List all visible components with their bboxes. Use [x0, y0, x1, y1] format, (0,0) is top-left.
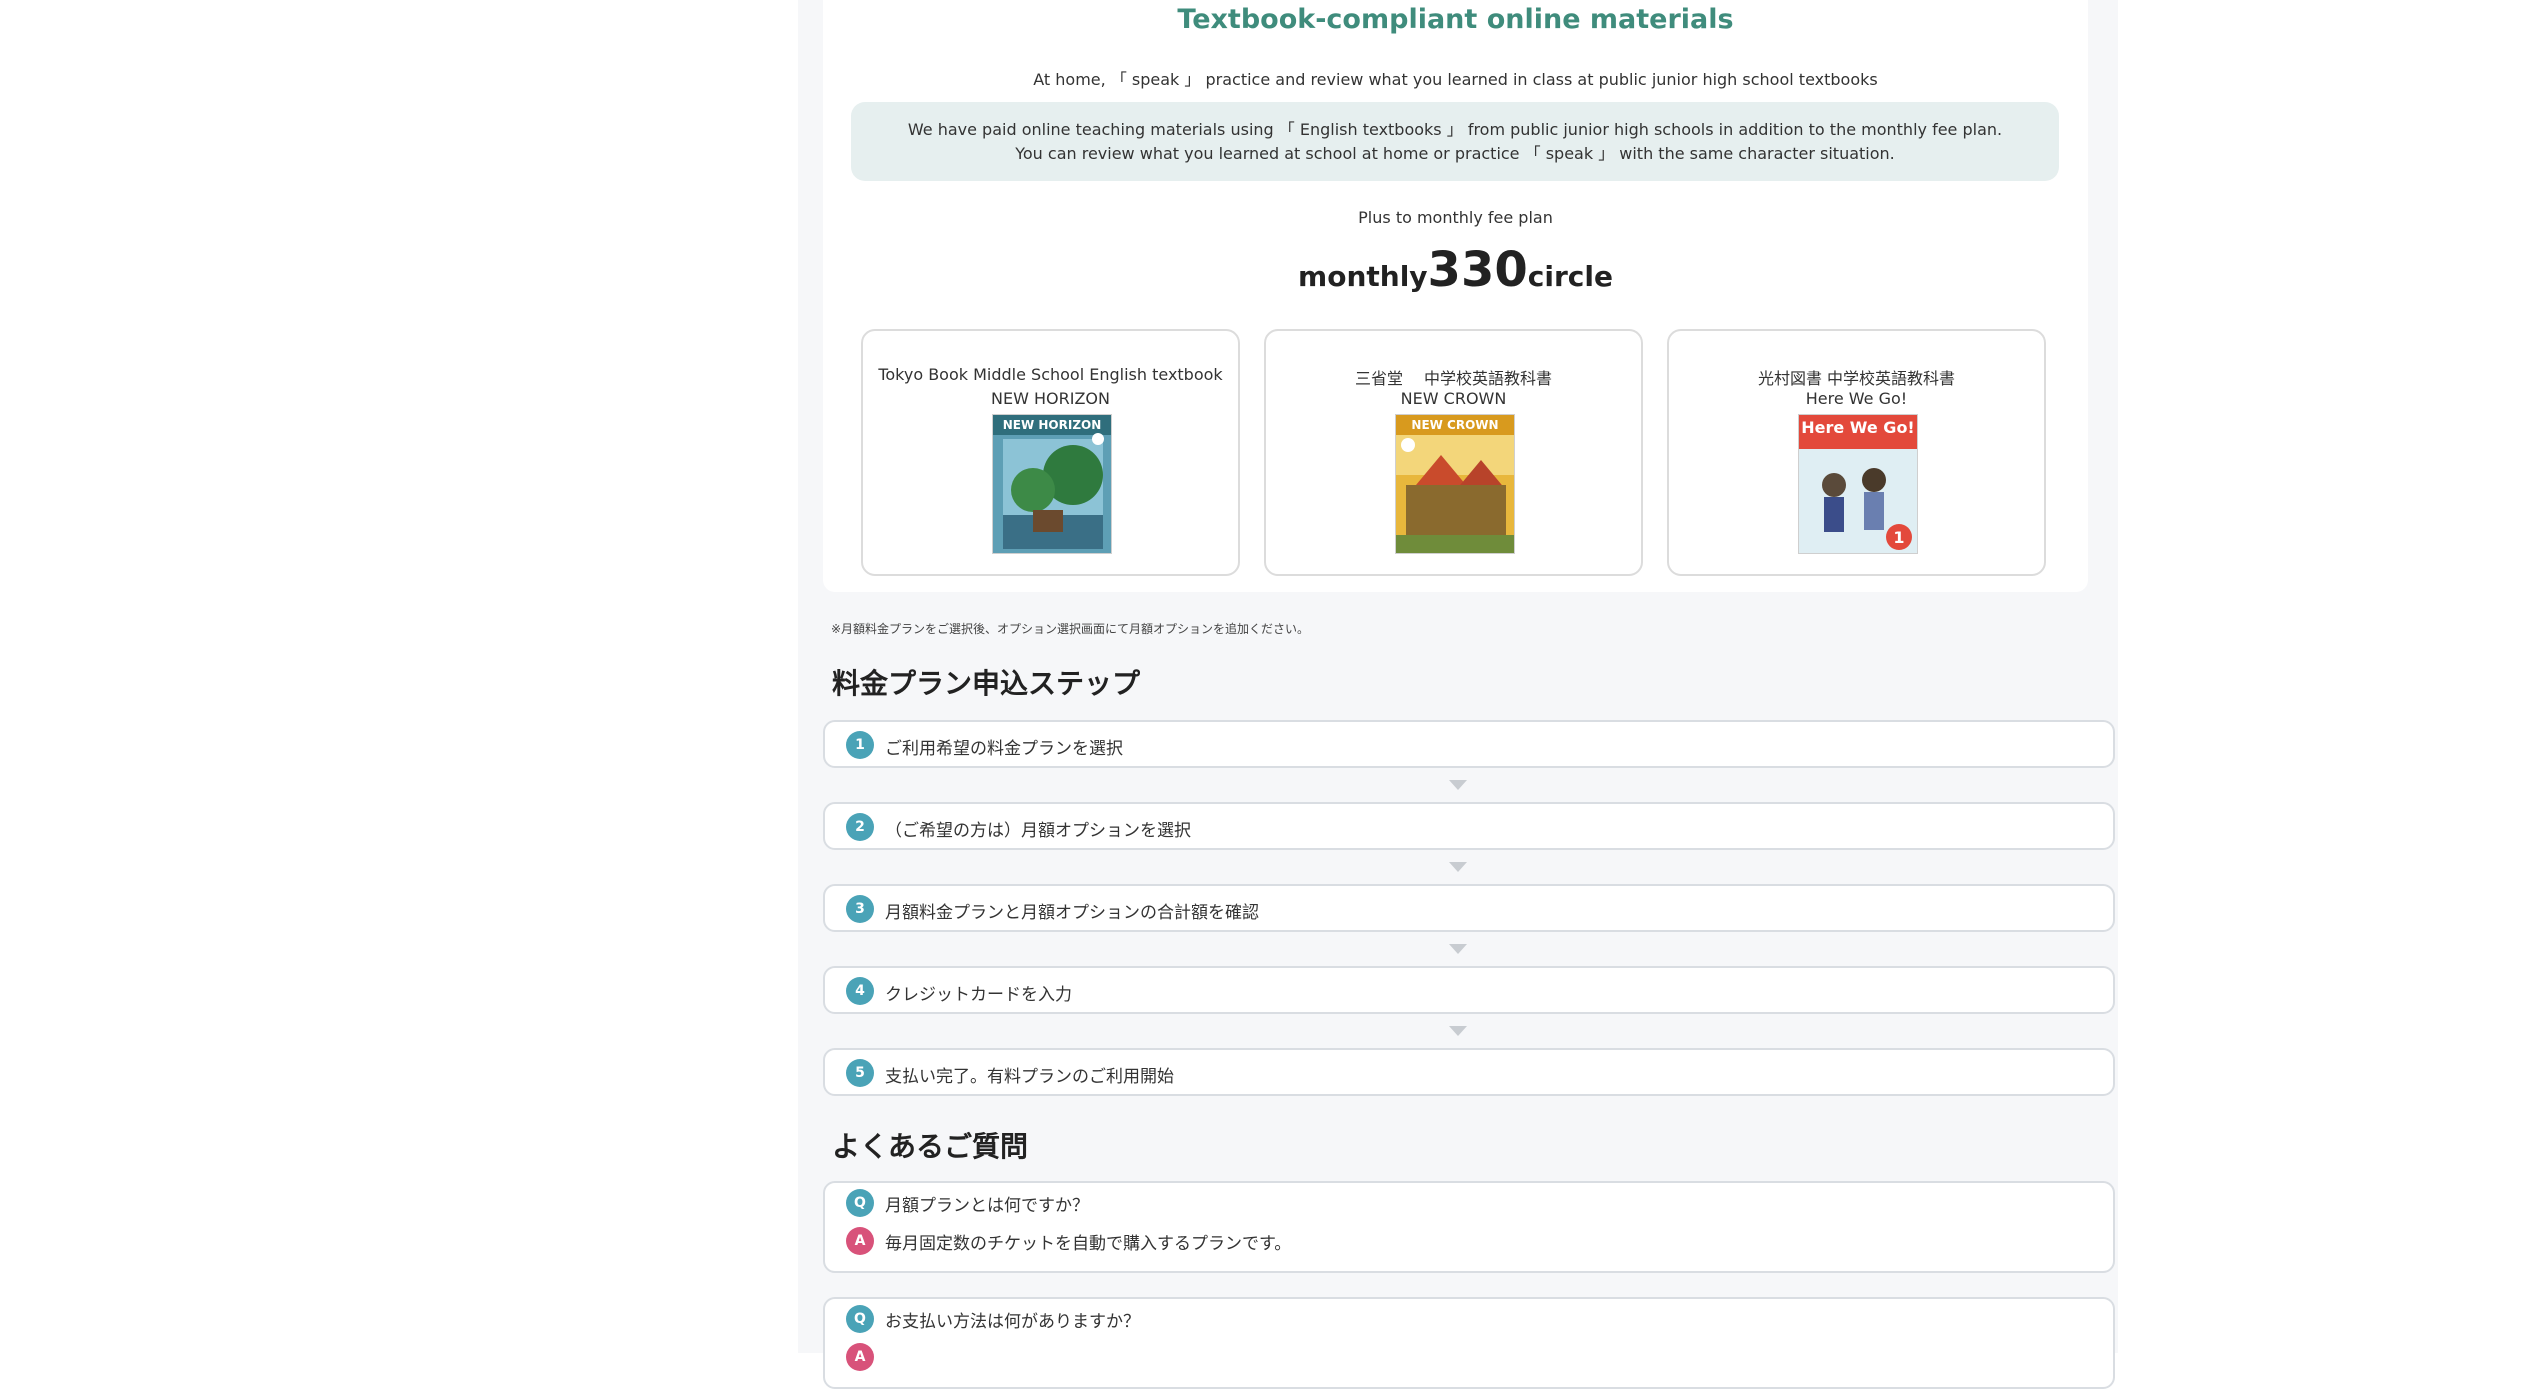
book-publisher: Tokyo Book Middle School English textboo… — [878, 365, 1223, 384]
price: monthly330circle — [823, 242, 2088, 298]
faq-heading: よくあるご質問 — [832, 1130, 1029, 1163]
price-prefix: monthly — [1298, 260, 1428, 293]
notice-line-1: We have paid online teaching materials u… — [907, 120, 2003, 139]
section-title: Textbook-compliant online materials — [1177, 4, 1734, 35]
step-3: 3 月額料金プランと月額オプションの合計額を確認 — [823, 884, 2115, 932]
textbook-card: Textbook-compliant online materials At h… — [823, 0, 2088, 592]
price-suffix: circle — [1527, 260, 1613, 293]
faq-answer-row: A — [825, 1339, 2113, 1375]
step-number-badge: 5 — [846, 1059, 874, 1087]
notice-box: We have paid online teaching materials u… — [851, 102, 2059, 181]
down-arrow-icon — [1449, 862, 1467, 872]
cover-art — [993, 415, 1111, 553]
faq-question-row: Q 月額プランとは何ですか？ — [825, 1185, 2113, 1221]
notice-line-2: You can review what you learned at schoo… — [1015, 144, 1895, 163]
step-label: 月額料金プランと月額オプションの合計額を確認 — [885, 903, 1259, 923]
faq-item-1[interactable]: Q 月額プランとは何ですか？ A 毎月固定数のチケットを自動で購入するプランです… — [823, 1181, 2115, 1273]
book-card-new-horizon[interactable]: Tokyo Book Middle School English textboo… — [861, 329, 1240, 576]
book-name: NEW CROWN — [1400, 389, 1507, 408]
option-note: ※月額料金プランをご選択後、オプション選択画面にて月額オプションを追加ください。 — [831, 622, 1310, 636]
plus-label: Plus to monthly fee plan — [1358, 208, 1553, 227]
faq-question-row: Q お支払い方法は何がありますか？ — [825, 1301, 2113, 1337]
book-card-new-crown[interactable]: 三省堂 中学校英語教科書 NEW CROWN NEW CROWN — [1264, 329, 1643, 576]
down-arrow-icon — [1449, 944, 1467, 954]
book-cover-here-we-go: 1 Here We Go! — [1798, 414, 1918, 554]
faq-item-2[interactable]: Q お支払い方法は何がありますか？ A — [823, 1297, 2115, 1389]
step-number-badge: 1 — [846, 731, 874, 759]
answer-mark-icon: A — [846, 1343, 874, 1371]
content-column: Textbook-compliant online materials At h… — [798, 0, 2118, 1389]
question-mark-icon: Q — [846, 1189, 874, 1217]
step-5: 5 支払い完了。有料プランのご利用開始 — [823, 1048, 2115, 1096]
step-2: 2 （ご希望の方は）月額オプションを選択 — [823, 802, 2115, 850]
svg-text:1: 1 — [1893, 528, 1904, 547]
step-4: 4 クレジットカードを入力 — [823, 966, 2115, 1014]
step-label: （ご希望の方は）月額オプションを選択 — [885, 821, 1191, 841]
step-1: 1 ご利用希望の料金プランを選択 — [823, 720, 2115, 768]
step-number-badge: 3 — [846, 895, 874, 923]
cover-art — [1396, 415, 1514, 553]
step-label: ご利用希望の料金プランを選択 — [885, 739, 1123, 759]
step-label: 支払い完了。有料プランのご利用開始 — [885, 1067, 1174, 1087]
faq-question: 月額プランとは何ですか？ — [885, 1196, 1089, 1216]
book-cover-new-horizon: NEW HORIZON — [992, 414, 1112, 554]
down-arrow-icon — [1449, 1026, 1467, 1036]
intro-text: At home, 「 speak 」 practice and review w… — [1033, 70, 1878, 89]
cover-title: NEW HORIZON — [1002, 418, 1102, 432]
question-mark-icon: Q — [846, 1305, 874, 1333]
faq-answer-row: A 毎月固定数のチケットを自動で購入するプランです。 — [825, 1223, 2113, 1259]
step-number-badge: 2 — [846, 813, 874, 841]
answer-mark-icon: A — [846, 1227, 874, 1255]
down-arrow-icon — [1449, 780, 1467, 790]
cover-title: Here We Go! — [1801, 418, 1915, 437]
book-publisher: 三省堂 中学校英語教科書 — [1354, 369, 1553, 388]
book-name: Here We Go! — [1805, 389, 1908, 408]
faq-answer: 毎月固定数のチケットを自動で購入するプランです。 — [885, 1234, 1292, 1254]
book-name: NEW HORIZON — [991, 389, 1110, 408]
step-label: クレジットカードを入力 — [885, 985, 1072, 1005]
book-publisher: 光村図書 中学校英語教科書 — [1757, 369, 1956, 388]
price-value: 330 — [1427, 242, 1528, 298]
faq-question: お支払い方法は何がありますか？ — [885, 1312, 1140, 1332]
step-number-badge: 4 — [846, 977, 874, 1005]
cover-title: NEW CROWN — [1411, 418, 1499, 432]
steps-heading: 料金プラン申込ステップ — [832, 667, 1141, 700]
book-card-here-we-go[interactable]: 光村図書 中学校英語教科書 Here We Go! 1 Here We Go! — [1667, 329, 2046, 576]
book-cover-new-crown: NEW CROWN — [1395, 414, 1515, 554]
